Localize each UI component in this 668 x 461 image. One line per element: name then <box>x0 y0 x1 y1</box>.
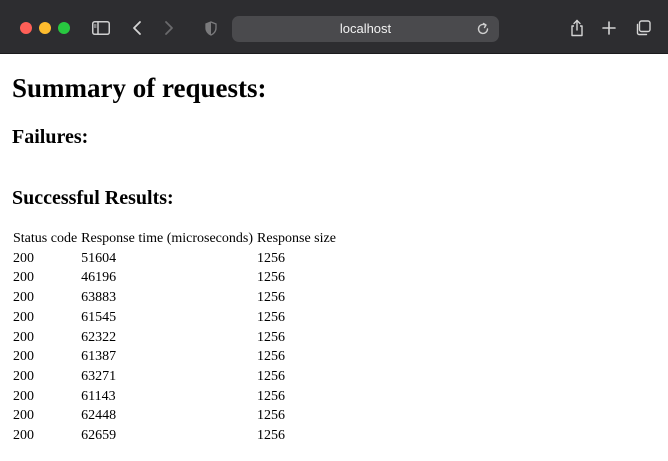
response-size-cell: 1256 <box>257 329 286 345</box>
table-row: 200 62448 1256 <box>12 406 337 426</box>
address-text: localhost <box>339 21 392 36</box>
response-time-cell: 61143 <box>81 388 116 404</box>
tab-overview-icon[interactable] <box>632 17 654 39</box>
table-row: 200 61387 1256 <box>12 347 337 367</box>
response-time-cell: 46196 <box>81 270 117 286</box>
sidebar-icon[interactable] <box>90 17 112 39</box>
table-row: 200 46196 1256 <box>12 268 337 288</box>
successful-results-heading: Successful Results: <box>12 187 174 209</box>
column-header-response-time: Response time (microseconds) <box>81 231 254 246</box>
back-icon[interactable] <box>126 17 148 39</box>
browser-toolbar: localhost <box>0 0 668 54</box>
table-row: 200 63271 1256 <box>12 367 337 387</box>
failures-heading: Failures: <box>12 126 89 148</box>
status-code-cell: 200 <box>13 368 34 384</box>
response-size-cell: 1256 <box>257 250 286 266</box>
status-code-cell: 200 <box>13 309 34 325</box>
table-row: 200 61545 1256 <box>12 308 337 328</box>
response-time-cell: 62448 <box>81 408 117 424</box>
table-row: 200 62659 1256 <box>12 426 337 446</box>
response-size-cell: 1256 <box>257 349 286 365</box>
results-table: Status code Response time (microseconds)… <box>10 229 339 446</box>
status-code-cell: 200 <box>13 408 34 424</box>
response-size-cell: 1256 <box>257 408 286 424</box>
close-window-button[interactable] <box>20 22 32 34</box>
status-code-cell: 200 <box>13 388 34 404</box>
response-size-cell: 1256 <box>257 388 286 404</box>
response-size-cell: 1256 <box>257 428 286 444</box>
status-code-cell: 200 <box>13 349 34 365</box>
response-size-cell: 1256 <box>257 270 286 286</box>
response-size-cell: 1256 <box>257 290 286 306</box>
table-row: 200 51604 1256 <box>12 249 337 269</box>
table-row: 200 62322 1256 <box>12 328 337 348</box>
status-code-cell: 200 <box>13 329 34 345</box>
column-header-status-code: Status code <box>13 231 78 246</box>
new-tab-icon[interactable] <box>598 17 620 39</box>
shield-icon[interactable] <box>200 17 222 39</box>
status-code-cell: 200 <box>13 250 34 266</box>
address-bar[interactable]: localhost <box>232 16 499 42</box>
response-time-cell: 61387 <box>81 349 117 365</box>
forward-icon[interactable] <box>158 17 180 39</box>
table-row: 200 61143 1256 <box>12 387 337 407</box>
minimize-window-button[interactable] <box>39 22 51 34</box>
table-header-row: Status code Response time (microseconds)… <box>12 229 337 249</box>
response-time-cell: 63271 <box>81 368 117 384</box>
status-code-cell: 200 <box>13 270 34 286</box>
share-icon[interactable] <box>566 17 588 39</box>
response-time-cell: 62659 <box>81 428 117 444</box>
zoom-window-button[interactable] <box>58 22 70 34</box>
response-time-cell: 61545 <box>81 309 117 325</box>
results-table-body: 200 51604 1256 200 46196 1256 200 63883 … <box>12 249 337 446</box>
response-time-cell: 63883 <box>81 290 117 306</box>
status-code-cell: 200 <box>13 290 34 306</box>
response-size-cell: 1256 <box>257 368 286 384</box>
table-row: 200 63883 1256 <box>12 288 337 308</box>
response-time-cell: 51604 <box>81 250 117 266</box>
response-size-cell: 1256 <box>257 309 286 325</box>
response-time-cell: 62322 <box>81 329 117 345</box>
reload-icon[interactable] <box>475 21 491 37</box>
browser-window: localhost Summary of requests: Failures:… <box>0 0 668 461</box>
page-title: Summary of requests: <box>12 73 267 103</box>
column-header-response-size: Response size <box>257 231 336 246</box>
status-code-cell: 200 <box>13 428 34 444</box>
